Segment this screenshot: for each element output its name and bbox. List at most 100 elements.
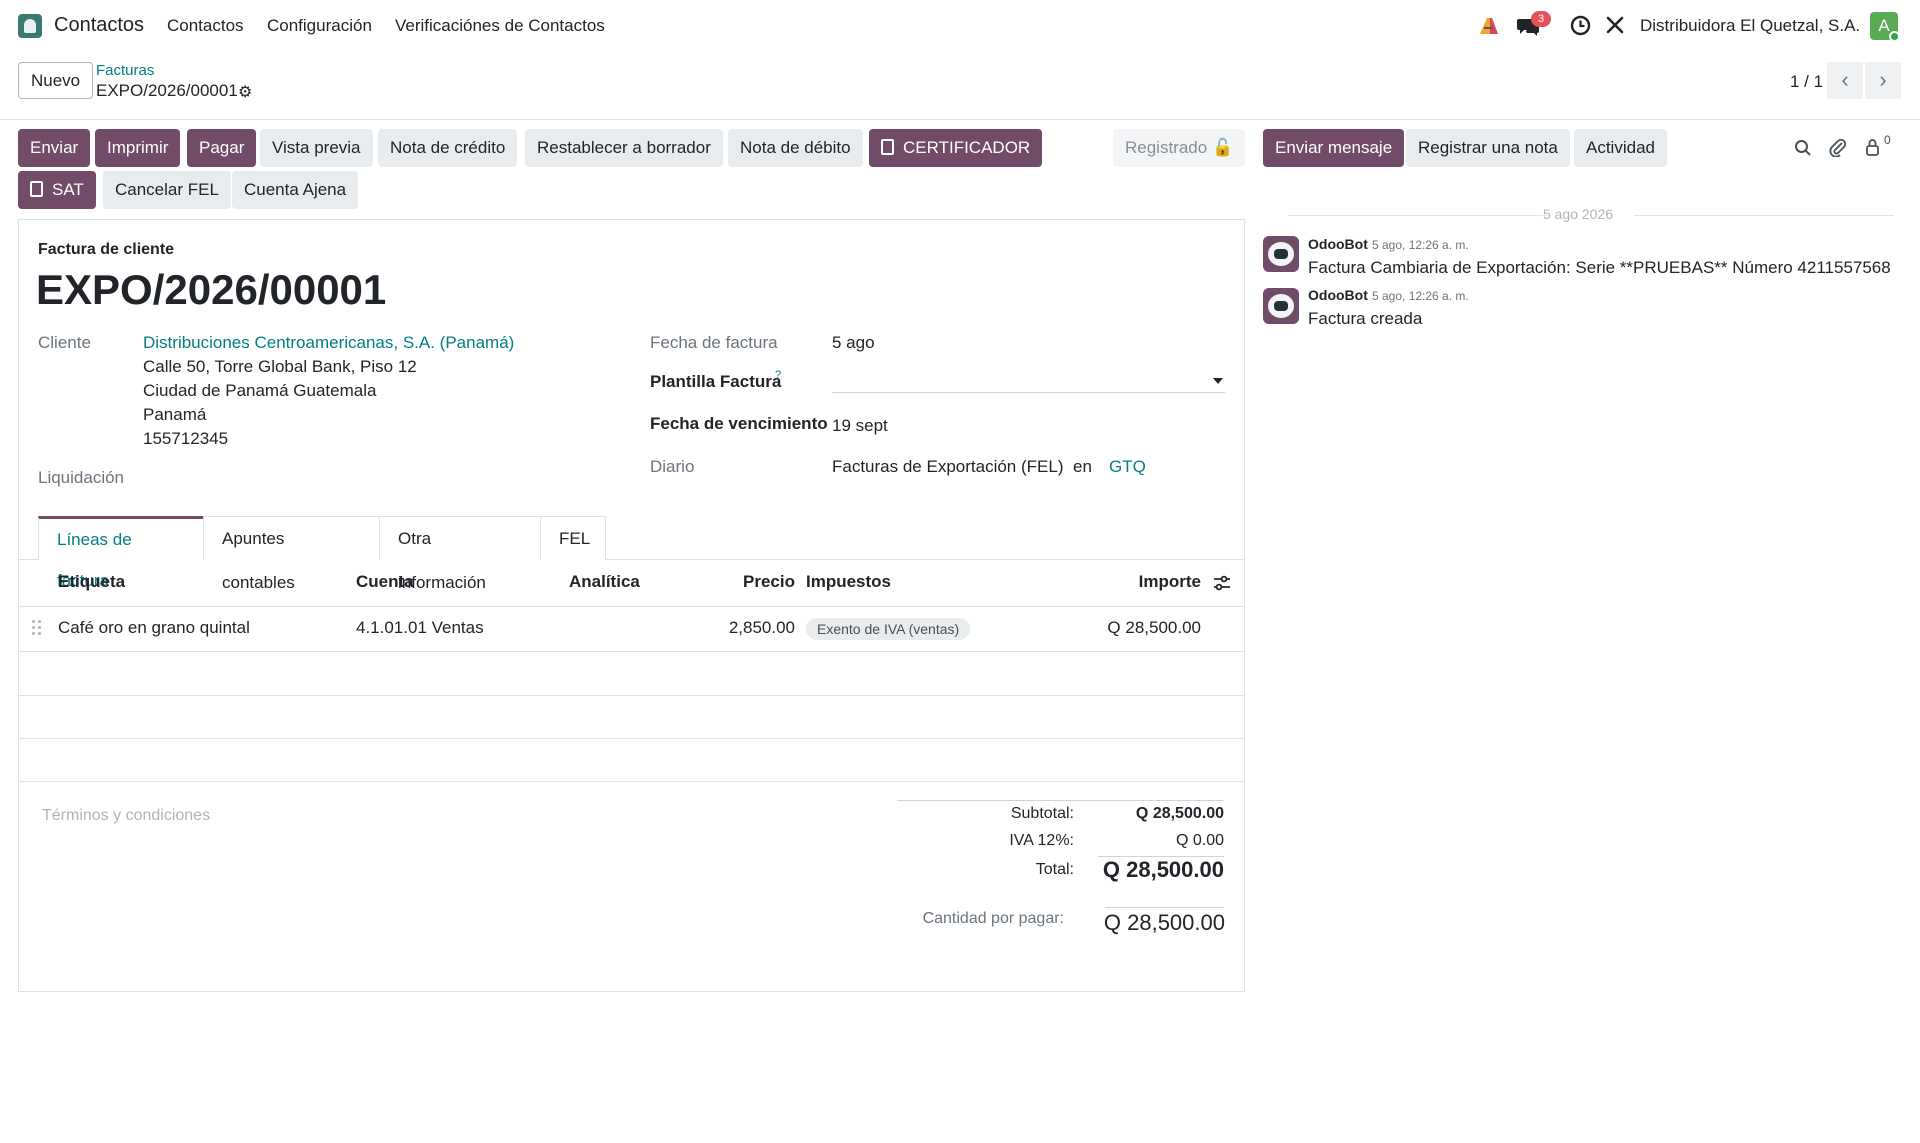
invoice-number: EXPO/2026/00001	[36, 266, 387, 313]
table-row-divider	[19, 738, 1244, 739]
message-date: 5 ago, 12:26 a. m.	[1372, 289, 1469, 303]
column-header-analitica[interactable]: Analítica	[569, 572, 640, 592]
table-row-divider	[19, 651, 1244, 652]
search-icon[interactable]	[1794, 139, 1812, 157]
print-button[interactable]: Imprimir	[95, 129, 181, 167]
online-status-dot	[1889, 31, 1900, 42]
send-message-button[interactable]: Enviar mensaje	[1263, 129, 1405, 167]
menu-verificaciones[interactable]: Verificaciónes de Contactos	[395, 16, 605, 36]
line-precio[interactable]: 2,850.00	[680, 618, 795, 638]
tab-lineas-factura[interactable]: Líneas de factura	[38, 516, 204, 590]
menu-configuracion[interactable]: Configuración	[267, 16, 372, 36]
diario-field[interactable]: Facturas de Exportación (FEL)	[832, 457, 1063, 477]
amount-due-value: Q 28,500.00	[1103, 910, 1225, 935]
line-etiqueta[interactable]: Café oro en grano quintal	[58, 618, 250, 638]
chevron-down-icon[interactable]	[1213, 378, 1223, 384]
message-author[interactable]: OdooBot	[1308, 287, 1368, 303]
log-note-button[interactable]: Registrar una nota	[1406, 129, 1570, 167]
cliente-label: Cliente	[38, 333, 91, 352]
preview-button[interactable]: Vista previa	[260, 129, 373, 167]
top-navbar: Contactos Contactos Configuración Verifi…	[0, 0, 1920, 52]
total-value: Q 28,500.00	[1102, 857, 1224, 882]
pager-previous-icon[interactable]: ‹	[1827, 62, 1863, 99]
help-tooltip-icon[interactable]: ?	[775, 369, 781, 381]
table-row-divider	[19, 781, 1244, 782]
cuenta-ajena-button[interactable]: Cuenta Ajena	[232, 171, 359, 209]
fecha-vencimiento-field[interactable]: 19 sept	[832, 416, 888, 436]
pager-next-icon[interactable]: ›	[1865, 62, 1901, 99]
optional-columns-sliders-icon[interactable]	[1213, 574, 1231, 592]
fecha-factura-label: Fecha de factura	[650, 333, 778, 352]
paperclip-icon[interactable]	[1829, 137, 1847, 157]
followers-icon[interactable]	[1864, 137, 1882, 157]
fecha-factura-field[interactable]: 5 ago	[832, 333, 875, 353]
tab-fel[interactable]: FEL	[540, 516, 606, 560]
tax-tag[interactable]: Exento de IVA (ventas)	[806, 618, 971, 640]
reset-to-draft-button[interactable]: Restablecer a borrador	[525, 129, 723, 167]
iva-value: Q 0.00	[1175, 832, 1224, 849]
company-switcher[interactable]: Distribuidora El Quetzal, S.A.	[1640, 16, 1860, 36]
cliente-field[interactable]: Distribuciones Centroamericanas, S.A. (P…	[143, 333, 514, 353]
pdf-icon	[881, 139, 894, 155]
pager-value[interactable]: 1 / 1	[1790, 72, 1823, 92]
diario-label: Diario	[650, 457, 695, 476]
ai-icon[interactable]	[1478, 15, 1500, 37]
plantilla-select[interactable]	[832, 392, 1225, 393]
table-row-divider	[19, 695, 1244, 696]
activity-clock-icon[interactable]	[1570, 15, 1591, 36]
subtotal-label: Subtotal:	[1010, 805, 1074, 822]
app-name[interactable]: Contactos	[54, 14, 144, 37]
activity-button[interactable]: Actividad	[1574, 129, 1667, 167]
message-date: 5 ago, 12:26 a. m.	[1372, 238, 1469, 252]
breadcrumb-parent[interactable]: Facturas	[96, 62, 154, 79]
certificador-button[interactable]: CERTIFICADOR	[869, 129, 1043, 167]
line-cuenta[interactable]: 4.1.01.01 Ventas	[356, 618, 484, 638]
odoobot-avatar	[1263, 236, 1299, 272]
contacts-app-icon[interactable]	[18, 14, 42, 38]
address-line: Calle 50, Torre Global Bank, Piso 12	[143, 357, 417, 376]
fecha-vencimiento-label: Fecha de vencimiento	[650, 414, 828, 433]
column-header-etiqueta[interactable]: Etiqueta	[58, 572, 125, 592]
amount-due-label: Cantidad por pagar:	[922, 910, 1064, 927]
unlock-icon: 🔓	[1211, 138, 1234, 157]
tab-otra-informacion[interactable]: Otra información	[379, 516, 541, 592]
gear-icon[interactable]: ⚙	[238, 82, 252, 102]
tab-apuntes-contables[interactable]: Apuntes contables	[203, 516, 380, 592]
followers-count: 0	[1884, 133, 1891, 147]
total-label: Total:	[1035, 861, 1074, 878]
message-body: Factura creada	[1308, 309, 1423, 328]
pay-button[interactable]: Pagar	[187, 129, 257, 167]
breadcrumb-current: EXPO/2026/00001	[96, 81, 238, 100]
sat-label: SAT	[52, 180, 84, 199]
table-divider	[19, 606, 1244, 607]
column-header-importe[interactable]: Importe	[1100, 572, 1201, 592]
tools-icon[interactable]	[1605, 15, 1625, 35]
column-header-precio[interactable]: Precio	[700, 572, 795, 592]
chatter-date-separator: 5 ago 2026	[1262, 206, 1894, 222]
terms-and-conditions-field[interactable]: Términos y condiciones	[42, 807, 210, 825]
sat-button[interactable]: SAT	[18, 171, 96, 209]
liquidacion-label: Liquidación	[38, 468, 125, 487]
new-button[interactable]: Nuevo	[18, 62, 94, 99]
debit-note-button[interactable]: Nota de débito	[728, 129, 863, 167]
credit-note-button[interactable]: Nota de crédito	[378, 129, 518, 167]
currency-field[interactable]: GTQ	[1109, 457, 1146, 477]
registered-label: Registrado	[1125, 138, 1208, 157]
drag-handle-icon[interactable]	[32, 620, 42, 636]
message-body: Factura Cambiaria de Exportación: Serie …	[1308, 258, 1891, 277]
certificador-label: CERTIFICADOR	[903, 138, 1031, 157]
address-line: Ciudad de Panamá Guatemala	[143, 381, 377, 400]
send-button[interactable]: Enviar	[18, 129, 91, 167]
iva-label: IVA 12%:	[1009, 832, 1074, 849]
totals-divider	[897, 800, 1224, 801]
column-header-impuestos[interactable]: Impuestos	[806, 572, 891, 592]
message-author[interactable]: OdooBot	[1308, 236, 1368, 252]
document-type: Factura de cliente	[38, 241, 175, 258]
address-line: Panamá	[143, 405, 207, 424]
column-header-cuenta[interactable]: Cuenta	[356, 572, 414, 592]
cancel-fel-button[interactable]: Cancelar FEL	[103, 171, 231, 209]
pdf-icon	[30, 181, 43, 197]
en-label: en	[1073, 457, 1092, 476]
menu-contactos[interactable]: Contactos	[167, 16, 244, 36]
odoobot-avatar	[1263, 288, 1299, 324]
